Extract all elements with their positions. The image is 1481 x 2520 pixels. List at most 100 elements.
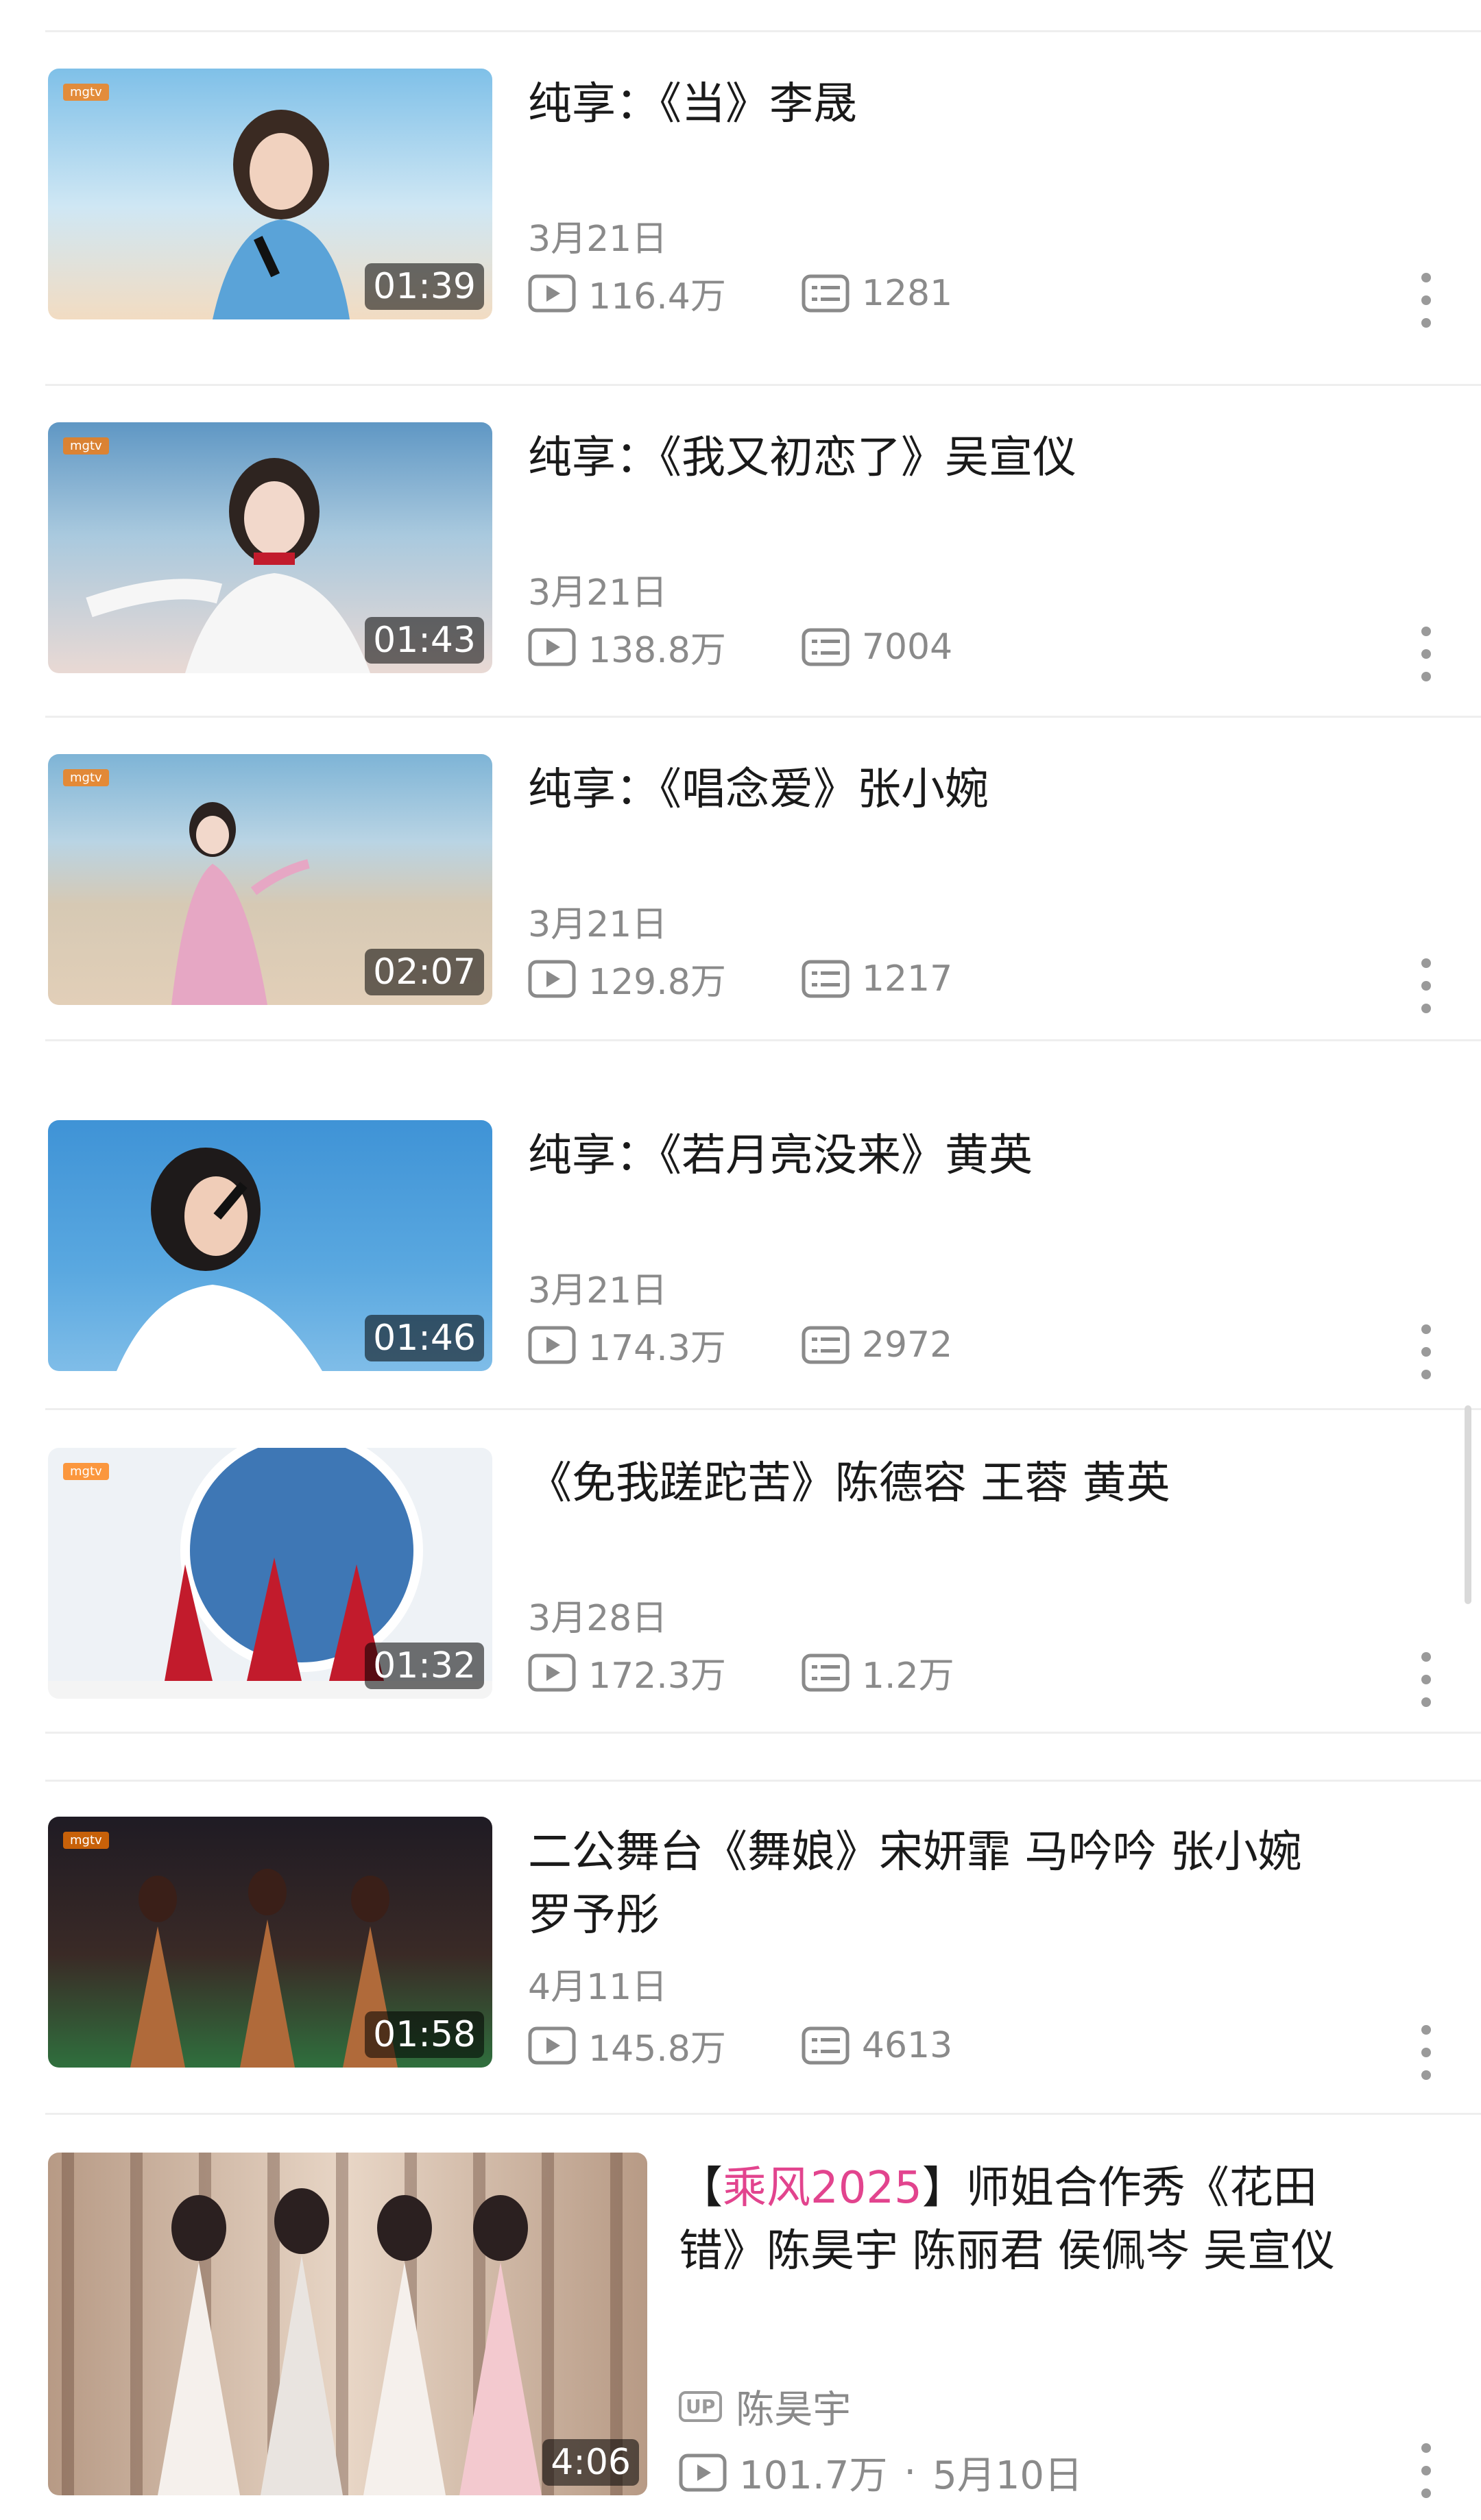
comment-count-icon <box>802 274 850 312</box>
more-options-icon[interactable] <box>1412 627 1440 681</box>
comments-stat: 1217 <box>802 958 952 999</box>
video-title[interactable]: 二公舞台《舞娘》宋妍霏 马吟吟 张小婉 罗予彤 <box>528 1821 1406 1947</box>
uploader-name[interactable]: 陈昊宇 <box>736 2379 851 2434</box>
views-stat: 174.3万 <box>528 1319 726 1370</box>
video-title[interactable]: 【乘风2025】师姐合作秀《花田 错》陈昊宇 陈丽君 侯佩岑 吴宣仪 <box>679 2157 1406 2283</box>
video-title-line: 错》陈昊宇 陈丽君 侯佩岑 吴宣仪 <box>679 2226 1336 2277</box>
views-stat: 129.8万 <box>528 953 726 1004</box>
comments-stat: 4613 <box>802 2025 952 2066</box>
views-count: 145.8万 <box>588 2028 726 2070</box>
views-count: 116.4万 <box>588 276 726 317</box>
video-thumbnail[interactable]: mgtv 01:58 <box>48 1817 492 2068</box>
play-count-icon <box>528 2026 576 2064</box>
play-count-icon <box>528 1653 576 1691</box>
video-title[interactable]: 纯享：《我又初恋了》吴宣仪 <box>528 426 1406 489</box>
stats-separator: · <box>904 2450 917 2495</box>
video-stats: 145.8万 4613 <box>528 2020 952 2071</box>
video-title[interactable]: 纯享：《若月亮没来》黄英 <box>528 1124 1406 1187</box>
video-thumbnail[interactable]: 01:46 <box>48 1120 492 1371</box>
video-stats: 174.3万 2972 <box>528 1319 952 1370</box>
views-count: 138.8万 <box>588 630 726 671</box>
comments-count: 1217 <box>861 958 953 999</box>
scrollbar[interactable] <box>1465 1405 1471 1604</box>
comment-count-icon <box>802 960 850 997</box>
comments-count: 2972 <box>861 1324 953 1366</box>
video-duration: 01:32 <box>365 1643 484 1689</box>
comment-count-icon <box>802 1653 850 1691</box>
views-count: 101.7万 <box>739 2454 888 2498</box>
divider <box>45 1780 1481 1782</box>
video-thumbnail[interactable]: 4:06 <box>48 2153 647 2495</box>
video-stats: 172.3万 1.2万 <box>528 1647 954 1698</box>
views-stat: 145.8万 <box>528 2020 726 2071</box>
uploader-row[interactable]: UP 陈昊宇 <box>679 2379 851 2434</box>
video-date: 4月11日 <box>528 1967 668 2008</box>
video-date: 3月21日 <box>528 219 668 260</box>
play-count-icon <box>528 274 576 312</box>
title-bracket-open: 【 <box>679 2163 723 2214</box>
video-duration: 01:43 <box>365 617 484 664</box>
divider <box>45 384 1481 386</box>
video-thumbnail[interactable]: mgtv 02:07 <box>48 754 492 1005</box>
views-stat: 172.3万 <box>528 1647 726 1698</box>
divider <box>45 1039 1481 1041</box>
play-count-icon <box>528 1326 576 1364</box>
views-stat: 116.4万 <box>528 267 726 319</box>
views-count: 129.8万 <box>588 962 726 1003</box>
video-stats: 116.4万 1281 <box>528 267 952 319</box>
title-rest: 师姐合作秀《花田 <box>965 2163 1317 2214</box>
video-duration: 01:46 <box>365 1315 484 1361</box>
play-count-icon <box>679 2454 727 2491</box>
video-duration: 4:06 <box>542 2439 639 2486</box>
views-stat: 138.8万 <box>528 621 726 673</box>
video-stats: 101.7万 · 5月10日 <box>679 2445 1083 2500</box>
divider <box>45 716 1481 718</box>
comments-count: 1281 <box>861 272 953 314</box>
comments-count: 7004 <box>861 626 953 668</box>
video-title-line: 罗予彤 <box>528 1890 660 1941</box>
divider <box>45 1408 1481 1410</box>
comment-count-icon <box>802 2026 850 2064</box>
divider <box>45 1732 1481 1734</box>
video-title[interactable]: 纯享：《唱念爱》张小婉 <box>528 758 1406 821</box>
video-stats: 138.8万 7004 <box>528 621 952 673</box>
video-date: 3月21日 <box>528 904 668 945</box>
comments-stat: 2972 <box>802 1324 952 1366</box>
more-options-icon[interactable] <box>1412 2443 1440 2498</box>
video-thumbnail[interactable]: mgtv 01:43 <box>48 422 492 673</box>
video-title[interactable]: 《免我蹉跎苦》陈德容 王蓉 黄英 <box>528 1452 1406 1515</box>
more-options-icon[interactable] <box>1412 958 1440 1013</box>
comments-stat: 1.2万 <box>802 1647 954 1698</box>
comments-count: 4613 <box>861 2024 953 2066</box>
comments-count: 1.2万 <box>861 1656 954 1697</box>
video-date: 3月21日 <box>528 572 668 614</box>
video-thumbnail[interactable]: mgtv 01:39 <box>48 69 492 319</box>
more-options-icon[interactable] <box>1412 273 1440 328</box>
video-date: 5月10日 <box>932 2454 1083 2498</box>
comments-stat: 7004 <box>802 627 952 668</box>
play-count-icon <box>528 628 576 666</box>
more-options-icon[interactable] <box>1412 1324 1440 1379</box>
video-title-line: 【乘风2025】师姐合作秀《花田 <box>679 2157 1406 2220</box>
video-stats: 129.8万 1217 <box>528 953 952 1004</box>
comment-count-icon <box>802 1326 850 1364</box>
video-title[interactable]: 纯享：《当》李晟 <box>528 73 1406 136</box>
up-badge-icon: UP <box>679 2391 723 2422</box>
title-highlight: 乘风2025 <box>723 2163 922 2214</box>
comment-count-icon <box>802 628 850 666</box>
video-date: 3月21日 <box>528 1270 668 1311</box>
video-duration: 01:58 <box>365 2011 484 2058</box>
views-count: 174.3万 <box>588 1328 726 1369</box>
divider <box>45 30 1481 32</box>
video-date: 3月28日 <box>528 1598 668 1639</box>
views-count: 172.3万 <box>588 1656 726 1697</box>
more-options-icon[interactable] <box>1412 1652 1440 1707</box>
video-duration: 01:39 <box>365 263 484 310</box>
more-options-icon[interactable] <box>1412 2025 1440 2080</box>
title-bracket-close: 】 <box>922 2163 966 2214</box>
video-title-line: 二公舞台《舞娘》宋妍霏 马吟吟 张小婉 <box>528 1827 1302 1878</box>
divider <box>45 2113 1481 2115</box>
video-thumbnail[interactable]: mgtv 01:32 <box>48 1448 492 1699</box>
video-duration: 02:07 <box>365 949 484 995</box>
play-count-icon <box>528 960 576 997</box>
